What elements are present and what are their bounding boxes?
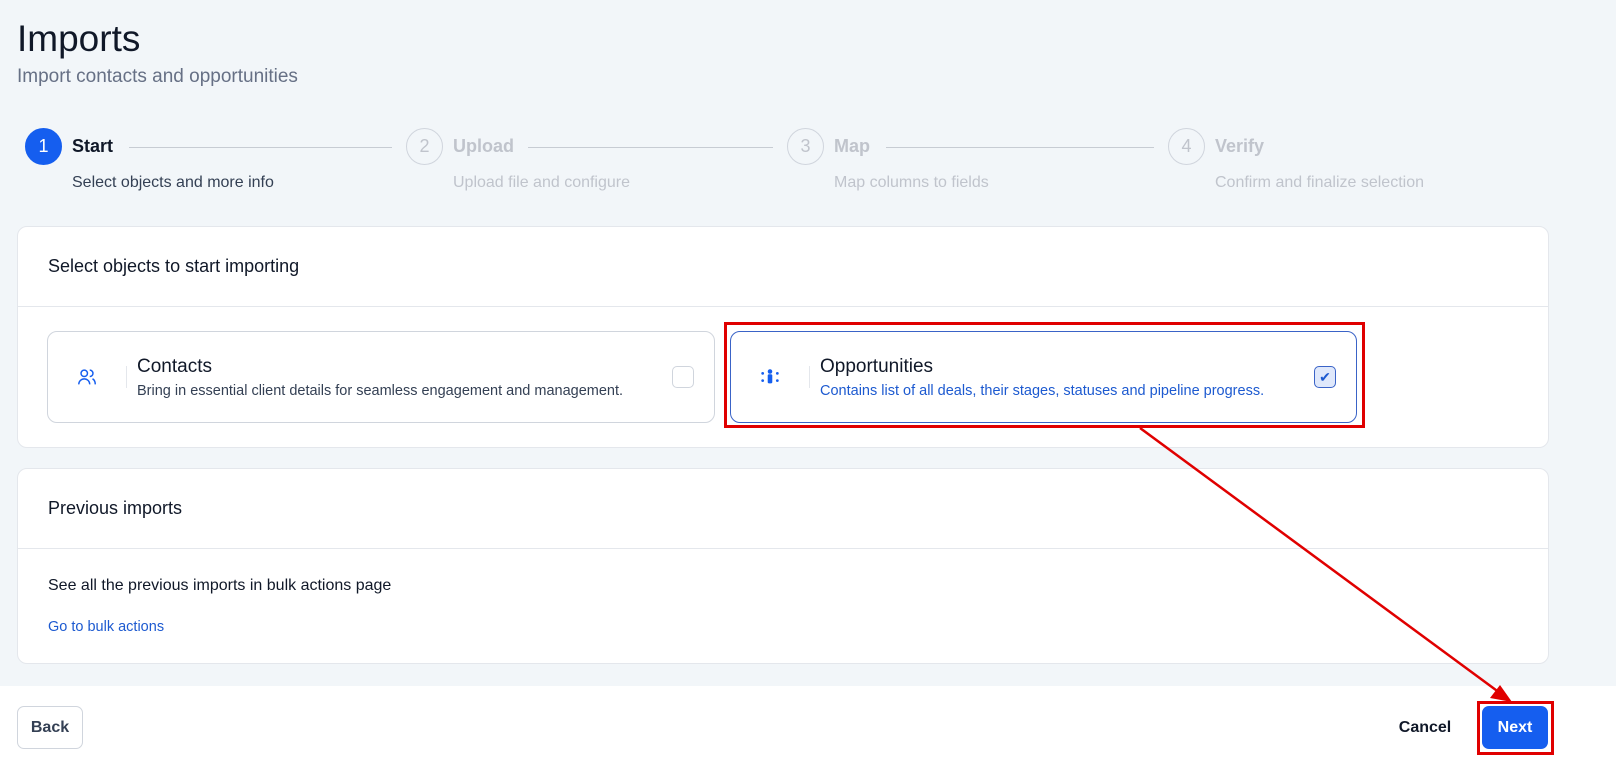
annotation-arrow <box>1139 426 1512 702</box>
